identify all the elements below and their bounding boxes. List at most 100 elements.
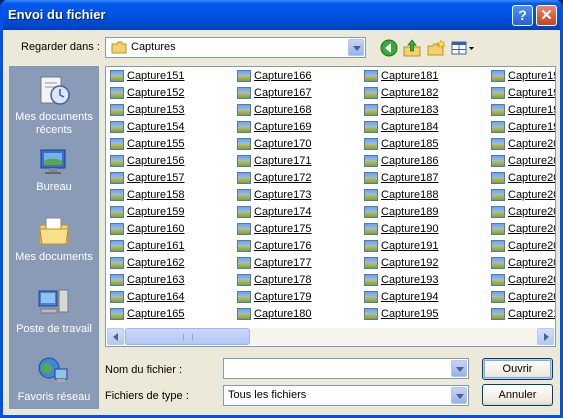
place-desktop[interactable]: Bureau: [10, 147, 98, 194]
file-name: Capture176: [254, 240, 312, 252]
file-name: Capture179: [254, 291, 312, 303]
file-name: Capture193: [381, 274, 439, 286]
help-button[interactable]: ?: [512, 5, 533, 26]
image-file-icon: [364, 87, 378, 99]
image-file-icon: [364, 189, 378, 201]
image-file-icon: [364, 206, 378, 218]
image-file-icon: [364, 291, 378, 303]
chevron-down-icon[interactable]: [451, 360, 467, 377]
cancel-button[interactable]: Annuler: [482, 384, 553, 406]
image-file-icon: [110, 138, 124, 150]
image-file-icon: [237, 138, 251, 150]
up-folder-icon[interactable]: [402, 38, 422, 58]
image-file-icon: [237, 121, 251, 133]
image-file-icon: [237, 70, 251, 82]
image-file-icon: [237, 291, 251, 303]
place-network[interactable]: Favoris réseau: [10, 355, 98, 404]
image-file-icon: [110, 121, 124, 133]
file-name: Capture178: [254, 274, 312, 286]
image-file-icon: [364, 223, 378, 235]
image-file-icon: [110, 206, 124, 218]
file-name: Capture21: [508, 308, 556, 320]
place-label: Poste de travail: [16, 323, 92, 335]
new-folder-icon[interactable]: [426, 38, 446, 58]
image-file-icon: [491, 70, 505, 82]
scroll-left-button[interactable]: [107, 328, 124, 345]
image-file-icon: [364, 70, 378, 82]
image-file-icon: [491, 274, 505, 286]
file-name: Capture165: [127, 308, 185, 320]
file-name: Capture166: [254, 70, 312, 82]
image-file-icon: [491, 240, 505, 252]
file-name: Capture191: [381, 240, 439, 252]
file-name: Capture20: [508, 274, 556, 286]
place-label: Favoris réseau: [17, 391, 91, 403]
chevron-down-icon[interactable]: [451, 387, 467, 404]
file-name: Capture174: [254, 206, 312, 218]
file-name: Capture20: [508, 155, 556, 167]
file-name: Capture161: [127, 240, 185, 252]
look-in-dropdown[interactable]: Captures: [105, 37, 366, 58]
file-name: Capture160: [127, 223, 185, 235]
file-name: Capture189: [381, 206, 439, 218]
file-name: Capture190: [381, 223, 439, 235]
file-name: Capture154: [127, 121, 185, 133]
chevron-down-icon[interactable]: [348, 39, 364, 56]
image-file-icon: [237, 240, 251, 252]
place-my-documents[interactable]: Mes documents: [10, 215, 98, 264]
file-name: Capture180: [254, 308, 312, 320]
image-file-icon: [110, 240, 124, 252]
place-recent-documents[interactable]: Mes documents récents: [10, 75, 98, 137]
image-file-icon: [491, 189, 505, 201]
image-file-icon: [110, 291, 124, 303]
place-my-computer[interactable]: Poste de travail: [10, 287, 98, 336]
image-file-icon: [237, 206, 251, 218]
image-file-icon: [491, 308, 505, 320]
image-file-icon: [237, 274, 251, 286]
views-menu-icon[interactable]: [450, 38, 476, 58]
image-file-icon: [491, 155, 505, 167]
file-name: Capture192: [381, 257, 439, 269]
back-icon[interactable]: [379, 38, 399, 58]
close-button[interactable]: ✕: [536, 5, 557, 26]
scroll-right-button[interactable]: [537, 328, 554, 345]
image-file-icon: [110, 257, 124, 269]
image-file-icon: [491, 257, 505, 269]
look-in-label: Regarder dans :: [21, 41, 100, 53]
file-name: Capture181: [381, 70, 439, 82]
file-name: Capture20: [508, 240, 556, 252]
image-file-icon: [491, 121, 505, 133]
file-name: Capture20: [508, 257, 556, 269]
image-file-icon: [491, 206, 505, 218]
filename-label: Nom du fichier :: [105, 364, 183, 376]
desktop-icon: [40, 149, 66, 174]
horizontal-scrollbar[interactable]: [107, 328, 554, 345]
image-file-icon: [364, 240, 378, 252]
filename-input[interactable]: [223, 358, 469, 379]
file-name: Capture186: [381, 155, 439, 167]
title-bar[interactable]: Envoi du fichier ? ✕: [3, 0, 560, 30]
scroll-thumb[interactable]: [125, 328, 250, 345]
file-name: Capture156: [127, 155, 185, 167]
filetype-dropdown[interactable]: Tous les fichiers: [223, 385, 469, 406]
image-file-icon: [491, 291, 505, 303]
my-documents-icon: [39, 217, 69, 245]
image-file-icon: [237, 223, 251, 235]
file-name: Capture172: [254, 172, 312, 184]
file-name: Capture163: [127, 274, 185, 286]
place-label: Bureau: [36, 181, 72, 193]
image-file-icon: [364, 274, 378, 286]
image-file-icon: [491, 172, 505, 184]
image-file-icon: [364, 308, 378, 320]
file-name: Capture167: [254, 87, 312, 99]
place-label: Mes documents récents: [15, 111, 93, 136]
open-button[interactable]: Ouvrir: [482, 358, 553, 380]
file-name: Capture188: [381, 189, 439, 201]
window-title: Envoi du fichier: [8, 7, 106, 22]
file-name: Capture162: [127, 257, 185, 269]
image-file-icon: [237, 257, 251, 269]
file-list[interactable]: Capture151 Capture152 Capture153 Capture154…: [105, 66, 556, 347]
file-name: Capture170: [254, 138, 312, 150]
image-file-icon: [491, 138, 505, 150]
file-name: Capture194: [381, 291, 439, 303]
